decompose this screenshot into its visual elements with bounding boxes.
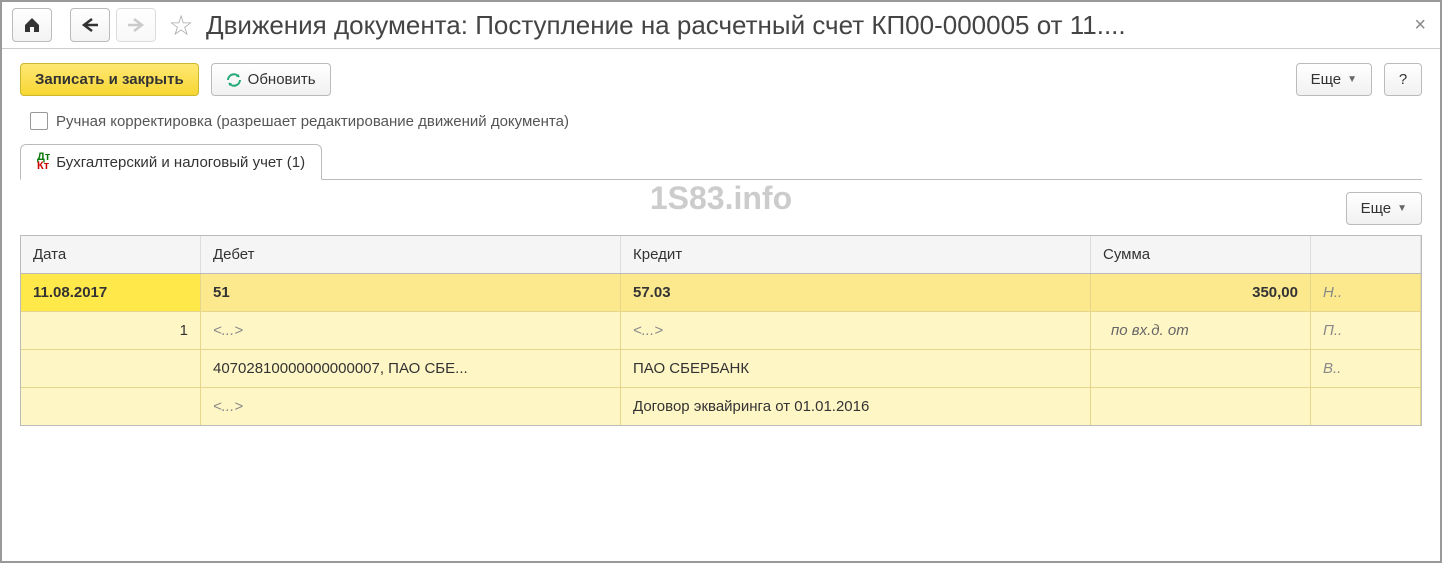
cell-last xyxy=(1311,388,1421,425)
more-label-2: Еще xyxy=(1361,200,1392,217)
cell-date xyxy=(21,350,201,387)
toolbar: Записать и закрыть Обновить Еще ▼ ? xyxy=(2,49,1440,106)
cell-date: 1 xyxy=(21,312,201,349)
tab-accounting[interactable]: ДтКт Бухгалтерский и налоговый учет (1) xyxy=(20,144,322,180)
table-row[interactable]: <...> Договор эквайринга от 01.01.2016 xyxy=(21,388,1421,425)
cell-debit: <...> xyxy=(201,312,621,349)
col-header-date[interactable]: Дата xyxy=(21,236,201,273)
more-label: Еще xyxy=(1311,71,1342,88)
refresh-button[interactable]: Обновить xyxy=(211,63,331,96)
save-close-label: Записать и закрыть xyxy=(35,71,184,88)
tabstrip: ДтКт Бухгалтерский и налоговый учет (1) xyxy=(2,144,1440,180)
forward-button[interactable] xyxy=(116,8,156,42)
help-button[interactable]: ? xyxy=(1384,63,1422,96)
cell-last: П.. xyxy=(1311,312,1421,349)
cell-sum: 350,00 xyxy=(1091,274,1311,311)
manual-edit-checkbox[interactable] xyxy=(30,112,48,130)
save-close-button[interactable]: Записать и закрыть xyxy=(20,63,199,96)
tab-accounting-label: Бухгалтерский и налоговый учет (1) xyxy=(56,154,305,171)
cell-credit: <...> xyxy=(621,312,1091,349)
content-area: 1S83.info Еще ▼ Дата Дебет Кредит Сумма … xyxy=(2,180,1440,438)
more-button-2[interactable]: Еще ▼ xyxy=(1346,192,1422,225)
cell-last: Н.. xyxy=(1311,274,1421,311)
col-header-last xyxy=(1311,236,1421,273)
cell-debit: <...> xyxy=(201,388,621,425)
help-label: ? xyxy=(1399,71,1407,88)
refresh-label: Обновить xyxy=(248,71,316,88)
cell-credit: Договор эквайринга от 01.01.2016 xyxy=(621,388,1091,425)
grid-body: 11.08.2017 51 57.03 350,00 Н.. 1 <...> <… xyxy=(21,274,1421,425)
manual-edit-label: Ручная корректировка (разрешает редактир… xyxy=(56,113,569,130)
window-title: Движения документа: Поступление на расче… xyxy=(206,10,1402,41)
table-row[interactable]: 40702810000000000007, ПАО СБЕ... ПАО СБЕ… xyxy=(21,350,1421,388)
cell-sum xyxy=(1091,350,1311,387)
chevron-down-icon: ▼ xyxy=(1347,74,1357,85)
more-button[interactable]: Еще ▼ xyxy=(1296,63,1372,96)
back-button[interactable] xyxy=(70,8,110,42)
window: ☆ Движения документа: Поступление на рас… xyxy=(0,0,1442,563)
cell-last: В.. xyxy=(1311,350,1421,387)
col-header-sum[interactable]: Сумма xyxy=(1091,236,1311,273)
cell-sum xyxy=(1091,388,1311,425)
favorite-star-icon[interactable]: ☆ xyxy=(164,8,198,42)
cell-debit: 40702810000000000007, ПАО СБЕ... xyxy=(201,350,621,387)
cell-debit: 51 xyxy=(201,274,621,311)
refresh-icon xyxy=(226,72,242,88)
close-icon[interactable]: × xyxy=(1410,14,1430,37)
col-header-credit[interactable]: Кредит xyxy=(621,236,1091,273)
home-button[interactable] xyxy=(12,8,52,42)
dtkt-icon: ДтКт xyxy=(37,153,50,171)
table-row[interactable]: 1 <...> <...> по вх.д. от П.. xyxy=(21,312,1421,350)
cell-date xyxy=(21,388,201,425)
postings-grid: Дата Дебет Кредит Сумма 11.08.2017 51 57… xyxy=(20,235,1422,426)
col-header-debit[interactable]: Дебет xyxy=(201,236,621,273)
manual-edit-row: Ручная корректировка (разрешает редактир… xyxy=(2,106,1440,144)
grid-header: Дата Дебет Кредит Сумма xyxy=(21,236,1421,274)
table-row[interactable]: 11.08.2017 51 57.03 350,00 Н.. xyxy=(21,274,1421,312)
cell-date: 11.08.2017 xyxy=(21,274,201,311)
chevron-down-icon: ▼ xyxy=(1397,203,1407,214)
cell-credit: ПАО СБЕРБАНК xyxy=(621,350,1091,387)
cell-credit: 57.03 xyxy=(621,274,1091,311)
titlebar: ☆ Движения документа: Поступление на рас… xyxy=(2,2,1440,49)
cell-sum: по вх.д. от xyxy=(1091,312,1311,349)
